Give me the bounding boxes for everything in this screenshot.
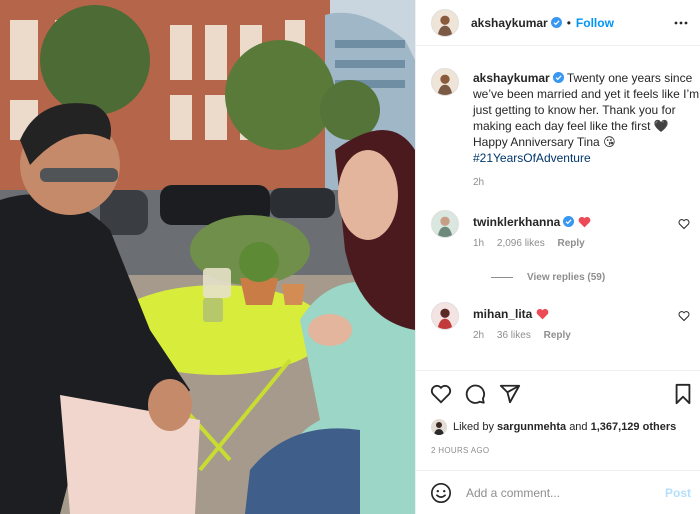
photo-illustration bbox=[0, 0, 415, 514]
verified-badge-icon bbox=[550, 17, 562, 28]
reply-button[interactable]: Reply bbox=[544, 330, 571, 341]
liked-by-prefix: Liked by bbox=[453, 421, 494, 433]
bookmark-icon[interactable] bbox=[672, 383, 694, 405]
caption-avatar[interactable] bbox=[431, 68, 459, 96]
comment-time: 1h bbox=[473, 238, 485, 249]
commenter-avatar-image bbox=[432, 211, 458, 237]
caption-username[interactable]: akshaykumar bbox=[473, 71, 550, 85]
caption-avatar-image bbox=[432, 69, 458, 95]
commenter-avatar-image bbox=[432, 303, 458, 329]
comment-time: 2h bbox=[473, 330, 485, 341]
heart-icon[interactable] bbox=[430, 383, 452, 405]
comment-likes[interactable]: 36 likes bbox=[497, 330, 531, 341]
view-replies-label: View replies (59) bbox=[527, 272, 606, 283]
share-icon[interactable] bbox=[499, 383, 521, 405]
red-heart-emoji-icon bbox=[537, 308, 549, 320]
author-avatar-image bbox=[432, 9, 458, 36]
post-photo[interactable] bbox=[0, 0, 415, 514]
comment-meta: 1h 2,096 likes Reply bbox=[473, 238, 595, 249]
red-heart-emoji-icon bbox=[579, 216, 591, 228]
header-separator: • bbox=[566, 15, 571, 30]
liker-avatar[interactable] bbox=[431, 419, 447, 435]
follow-button[interactable]: Follow bbox=[576, 16, 614, 30]
liked-by-row: Liked by sargunmehta and 1,367,129 other… bbox=[431, 419, 676, 435]
view-replies-button[interactable]: View replies (59) bbox=[491, 272, 605, 283]
caption-text-block: akshaykumar Twenty one years since we’ve… bbox=[473, 70, 700, 166]
comment-likes[interactable]: 2,096 likes bbox=[497, 238, 545, 249]
verified-badge-icon bbox=[552, 72, 564, 83]
comment-header: mihan_lita bbox=[473, 307, 549, 321]
replies-divider bbox=[491, 277, 513, 278]
verified-badge-icon bbox=[563, 216, 575, 227]
emoji-icon[interactable] bbox=[430, 482, 452, 504]
liked-by-others[interactable]: 1,367,129 others bbox=[591, 421, 677, 433]
liker-avatar-image bbox=[431, 419, 447, 435]
author-username[interactable]: akshaykumar bbox=[471, 16, 548, 30]
comment-username[interactable]: twinklerkhanna bbox=[473, 215, 560, 229]
comment-header: twinklerkhanna bbox=[473, 215, 591, 229]
comments-list[interactable]: akshaykumar Twenty one years since we’ve… bbox=[416, 46, 700, 376]
more-horizontal-icon[interactable] bbox=[673, 15, 689, 31]
comment-icon[interactable] bbox=[464, 383, 486, 405]
post-timestamp[interactable]: 2 HOURS AGO bbox=[431, 446, 489, 455]
post-comment-button[interactable]: Post bbox=[665, 486, 691, 500]
heart-icon[interactable] bbox=[678, 310, 690, 322]
header-meta: akshaykumar • Follow bbox=[471, 16, 614, 30]
post-actions: Liked by sargunmehta and 1,367,129 other… bbox=[416, 370, 700, 470]
heart-icon[interactable] bbox=[678, 218, 690, 230]
add-comment-bar: Post bbox=[416, 470, 700, 514]
reply-button[interactable]: Reply bbox=[558, 238, 585, 249]
caption-hashtag[interactable]: #21YearsOfAdventure bbox=[473, 151, 591, 165]
commenter-avatar[interactable] bbox=[431, 210, 459, 238]
liked-by-middle: and bbox=[569, 421, 588, 433]
post-side-panel: akshaykumar • Follow akshaykumar Twenty … bbox=[415, 0, 700, 514]
liked-by-user[interactable]: sargunmehta bbox=[497, 421, 566, 433]
author-avatar[interactable] bbox=[431, 8, 459, 37]
comment-username[interactable]: mihan_lita bbox=[473, 307, 532, 321]
post-header: akshaykumar • Follow bbox=[416, 0, 700, 46]
comment-meta: 2h 36 likes Reply bbox=[473, 330, 581, 341]
comment-input[interactable] bbox=[466, 485, 656, 500]
commenter-avatar[interactable] bbox=[431, 302, 459, 330]
caption-time: 2h bbox=[473, 177, 485, 188]
